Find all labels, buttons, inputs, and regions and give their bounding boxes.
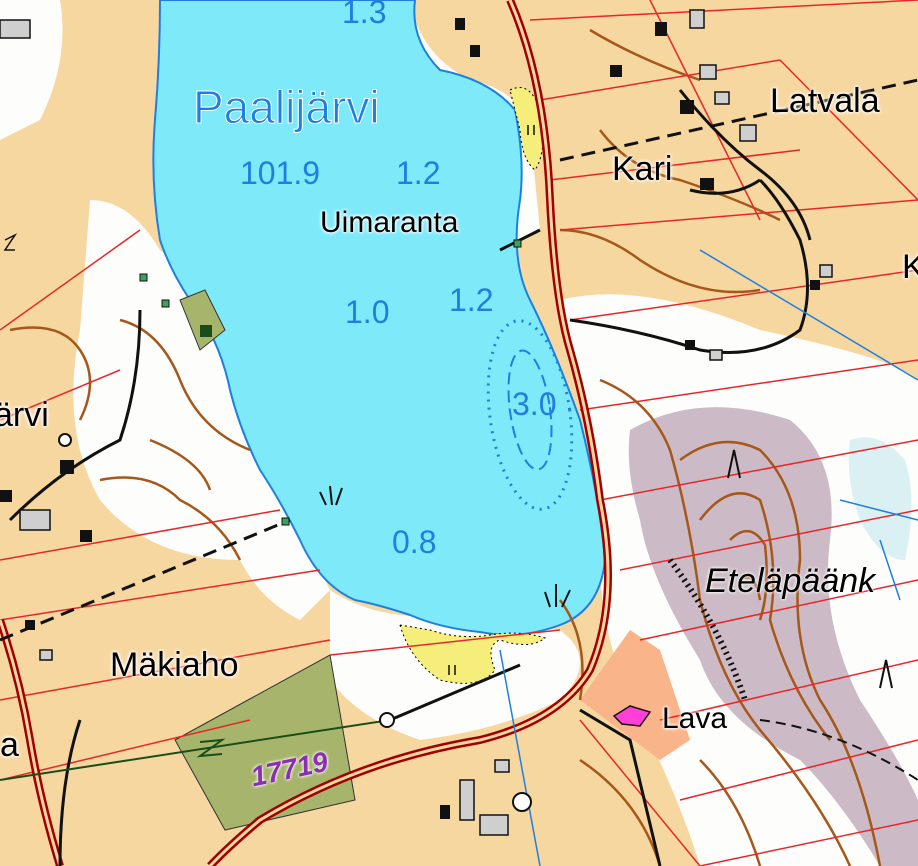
depth-label-3: 1.2 — [449, 282, 494, 318]
place-makiaho: Mäkiaho — [110, 646, 239, 684]
building-green-plot — [200, 325, 212, 337]
place-uimaranta: Uimaranta — [320, 206, 459, 239]
depth-label-6: 0.8 — [392, 524, 437, 560]
place-kari: Kari — [612, 150, 673, 188]
topographic-map[interactable]: Paalijärvi 101.9 1.3 1.2 1.2 1.0 3.0 0.8… — [0, 0, 918, 866]
small-marker — [58, 433, 72, 447]
depth-label-2: 1.2 — [396, 155, 441, 191]
depth-label-4: 1.0 — [345, 294, 390, 330]
lake-elevation: 101.9 — [240, 155, 321, 191]
depth-label-1: 1.3 — [342, 0, 387, 30]
lake-name: Paalijärvi — [193, 81, 381, 134]
place-latvala: Latvala — [770, 82, 880, 120]
well-marker — [512, 792, 532, 812]
boulder-marker — [379, 712, 395, 728]
place-k-cut: K — [902, 248, 918, 286]
depth-label-5: 3.0 — [512, 386, 557, 422]
place-a-cut: a — [0, 726, 19, 764]
place-lava: Lava — [662, 702, 728, 735]
map-graphics — [0, 0, 918, 866]
place-etelapaank: Eteläpäänk — [705, 562, 876, 600]
place-jarvi-cut: ärvi — [0, 396, 49, 434]
